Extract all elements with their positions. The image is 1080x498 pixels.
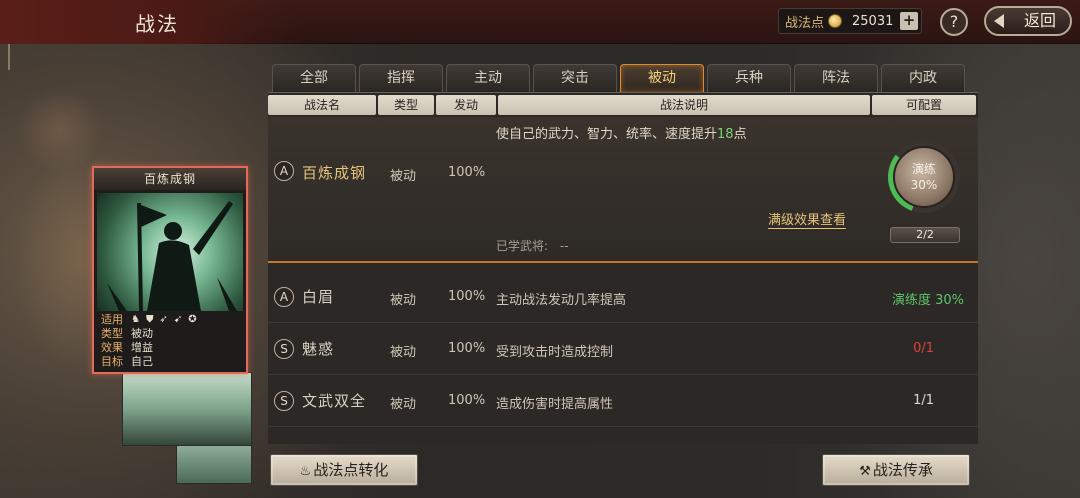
back-arrow-icon bbox=[994, 14, 1004, 28]
help-button[interactable]: ? bbox=[940, 8, 968, 36]
tactics-list-panel: 战法名 类型 发动 战法说明 可配置 使自己的武力、智力、统率、速度提升18点 … bbox=[268, 92, 978, 444]
card-artwork bbox=[97, 193, 243, 311]
add-points-button[interactable]: + bbox=[900, 12, 918, 30]
spear-icon: ➹ bbox=[173, 314, 183, 325]
practice-progress-ring[interactable]: 演练 30% bbox=[888, 141, 960, 213]
tactic-row-expanded[interactable]: 使自己的武力、智力、统率、速度提升18点 A 百炼成钢 被动 100% 满级效果… bbox=[268, 117, 978, 263]
tactic-rate: 100% bbox=[448, 289, 486, 304]
card-target-label: 目标 bbox=[101, 355, 123, 368]
expanded-desc-text: 使自己的武力、智力、统率、速度提升 bbox=[496, 127, 718, 142]
tab-all[interactable]: 全部 bbox=[272, 64, 356, 92]
tactic-card: 百炼成钢 适用 ♞ ⛊ ➶ ➹ ✪ 类型 被动 效果 增益 目标 自己 bbox=[92, 166, 248, 374]
tab-passive[interactable]: 被动 bbox=[620, 64, 704, 92]
tactic-type: 被动 bbox=[390, 169, 417, 184]
tactic-config: 0/1 bbox=[913, 341, 934, 356]
card-effect-label: 效果 bbox=[101, 341, 123, 354]
grade-badge: A bbox=[274, 161, 294, 181]
tactic-type: 被动 bbox=[390, 397, 417, 412]
tab-active[interactable]: 主动 bbox=[446, 64, 530, 92]
tactic-type: 被动 bbox=[390, 293, 417, 308]
card-target-row: 目标 自己 bbox=[97, 355, 243, 369]
siege-icon: ✪ bbox=[188, 314, 197, 325]
tactic-row[interactable]: S 魅惑 被动 100% 受到攻击时造成控制 0/1 bbox=[268, 323, 978, 375]
coin-icon bbox=[828, 14, 843, 28]
category-tabs: 全部 指挥 主动 突击 被动 兵种 阵法 内政 bbox=[272, 64, 972, 92]
inherit-tactic-label: 战法传承 bbox=[872, 461, 933, 479]
learned-generals: 已学武将: -- bbox=[496, 237, 569, 254]
tactic-points-label: 战法点 bbox=[785, 15, 825, 31]
tab-assault[interactable]: 突击 bbox=[533, 64, 617, 92]
full-level-effect-link[interactable]: 满级效果查看 bbox=[768, 209, 847, 229]
card-info: 适用 ♞ ⛊ ➶ ➹ ✪ 类型 被动 效果 增益 目标 自己 bbox=[97, 313, 243, 370]
card-type-row: 类型 被动 bbox=[97, 327, 243, 341]
card-type-label: 类型 bbox=[101, 327, 123, 340]
col-header-type[interactable]: 类型 bbox=[378, 95, 434, 115]
col-header-config[interactable]: 可配置 bbox=[872, 95, 976, 115]
learned-label: 已学武将: bbox=[496, 239, 549, 253]
top-bar: 战法 战法点 25031 + ? 返回 bbox=[0, 0, 1080, 44]
card-type-value: 被动 bbox=[131, 327, 153, 340]
shield-icon: ⛊ bbox=[145, 314, 154, 325]
convert-points-button[interactable]: ♨ 战法点转化 bbox=[270, 454, 418, 486]
tab-internal[interactable]: 内政 bbox=[881, 64, 965, 92]
expanded-desc-number: 18 bbox=[717, 127, 734, 142]
tactic-rate: 100% bbox=[448, 393, 486, 408]
practice-button: 演练 30% bbox=[893, 146, 955, 208]
back-button-label: 返回 bbox=[1023, 11, 1056, 30]
col-header-rate[interactable]: 发动 bbox=[436, 95, 496, 115]
bow-icon: ➶ bbox=[159, 314, 168, 325]
convert-points-label: 战法点转化 bbox=[313, 461, 389, 479]
tactic-points-value: 25031 bbox=[852, 13, 894, 29]
practice-count: 2/2 bbox=[890, 227, 960, 243]
cavalry-icon: ♞ bbox=[131, 314, 140, 325]
col-header-name[interactable]: 战法名 bbox=[268, 95, 376, 115]
tab-command[interactable]: 指挥 bbox=[359, 64, 443, 92]
tactic-rate: 100% bbox=[448, 341, 486, 356]
tactic-rate: 100% bbox=[448, 165, 486, 180]
tab-formation[interactable]: 阵法 bbox=[794, 64, 878, 92]
tactic-config: 演练度 30% bbox=[891, 293, 964, 308]
tactic-row[interactable]: S 文武双全 被动 100% 造成伤害时提高属性 1/1 bbox=[268, 375, 978, 427]
card-target-value: 自己 bbox=[131, 355, 153, 368]
tactic-card-back-1 bbox=[122, 372, 252, 446]
expanded-desc-unit: 点 bbox=[733, 127, 747, 142]
tactic-name: 百炼成钢 bbox=[302, 164, 367, 182]
grade-badge: S bbox=[274, 391, 294, 411]
card-effect-row: 效果 增益 bbox=[97, 341, 243, 355]
tactic-description: 受到攻击时造成控制 bbox=[496, 345, 614, 360]
card-applicable-label: 适用 bbox=[101, 313, 123, 326]
tactic-description: 造成伤害时提高属性 bbox=[496, 397, 614, 412]
card-title: 百炼成钢 bbox=[94, 168, 246, 190]
card-effect-value: 增益 bbox=[131, 341, 153, 354]
inherit-tactic-button[interactable]: ⚒ 战法传承 bbox=[822, 454, 970, 486]
grade-badge: A bbox=[274, 287, 294, 307]
flame-icon: ♨ bbox=[299, 464, 312, 479]
warrior-silhouette-icon bbox=[107, 201, 237, 311]
practice-value: 30% bbox=[910, 178, 938, 192]
tactic-name: 文武双全 bbox=[302, 392, 367, 410]
learned-value: -- bbox=[559, 239, 569, 253]
tab-troop[interactable]: 兵种 bbox=[707, 64, 791, 92]
practice-label: 演练 bbox=[911, 162, 936, 176]
back-button[interactable]: 返回 bbox=[984, 6, 1072, 36]
tactic-config: 1/1 bbox=[913, 393, 934, 408]
tactic-description: 主动战法发动几率提高 bbox=[496, 293, 627, 308]
page-title: 战法 bbox=[135, 12, 179, 36]
troop-type-icons: ♞ ⛊ ➶ ➹ ✪ bbox=[131, 313, 197, 327]
col-header-desc: 战法说明 bbox=[498, 95, 870, 115]
grade-badge: S bbox=[274, 339, 294, 359]
tactic-type: 被动 bbox=[390, 345, 417, 360]
tactic-name: 魅惑 bbox=[302, 340, 335, 358]
tactic-points-display: 战法点 25031 + bbox=[778, 8, 922, 34]
expanded-description: 使自己的武力、智力、统率、速度提升18点 bbox=[496, 123, 747, 142]
column-headers: 战法名 类型 发动 战法说明 可配置 bbox=[268, 95, 978, 115]
hammer-icon: ⚒ bbox=[859, 464, 871, 479]
tactic-name: 白眉 bbox=[302, 288, 335, 306]
card-applicable-row: 适用 ♞ ⛊ ➶ ➹ ✪ bbox=[97, 313, 243, 327]
tactic-row[interactable]: A 白眉 被动 100% 主动战法发动几率提高 演练度 30% bbox=[268, 271, 978, 323]
